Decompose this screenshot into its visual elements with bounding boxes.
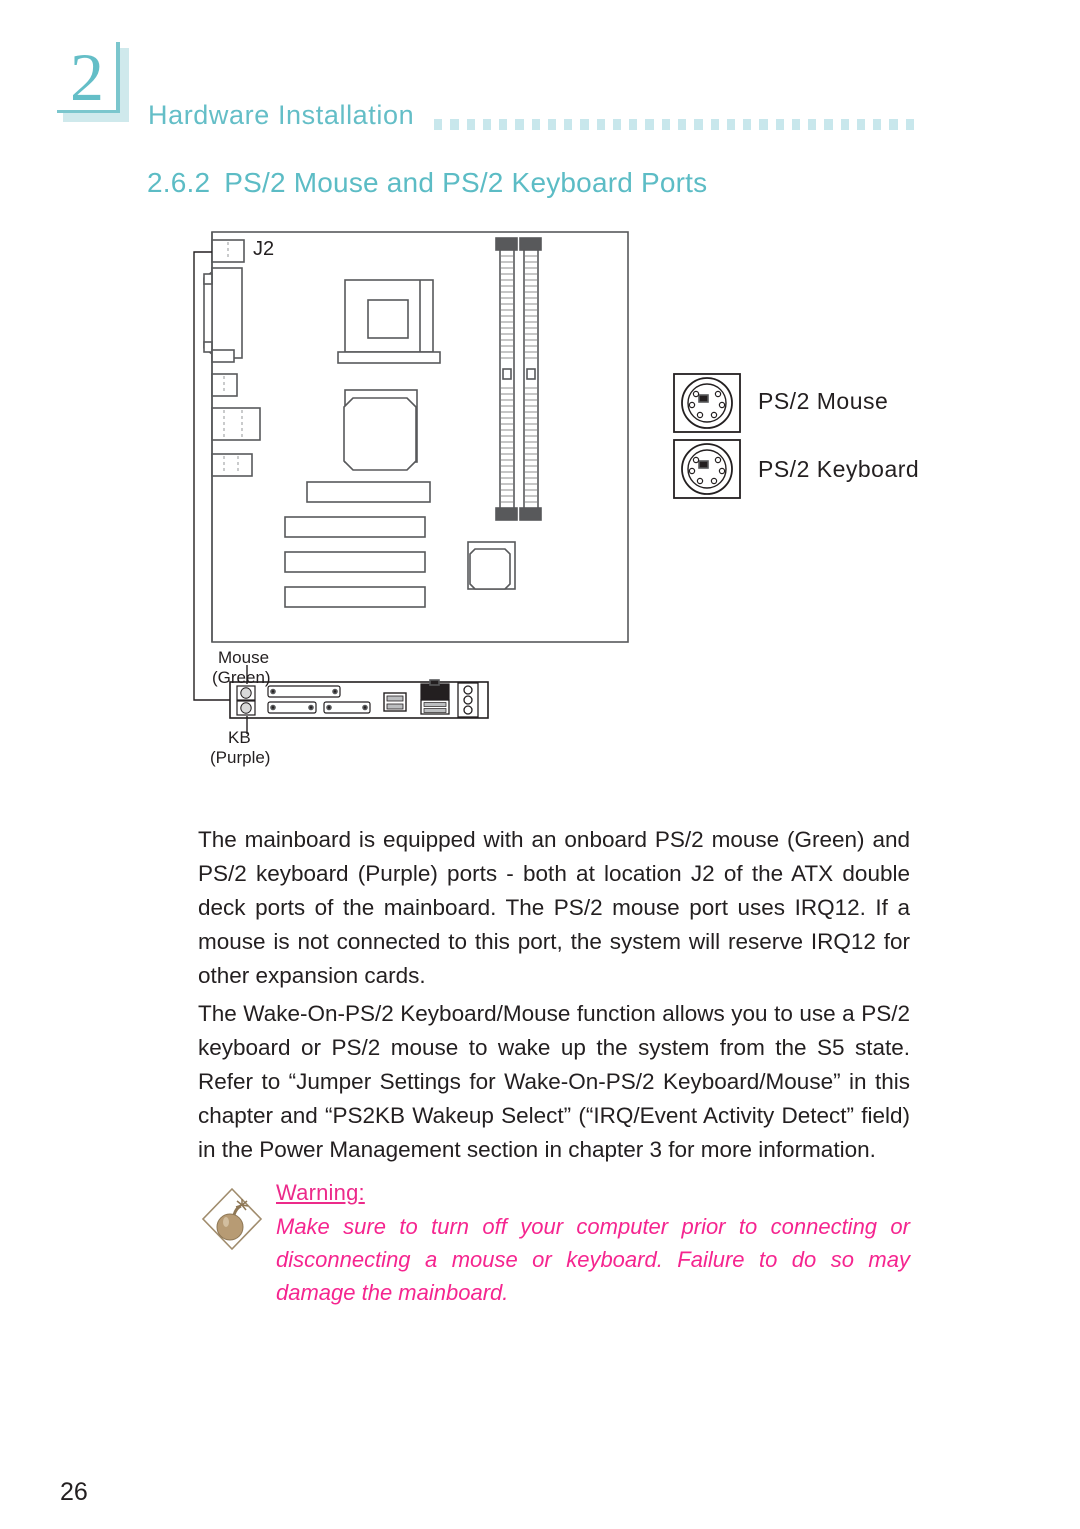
motherboard-figure: J2 Mouse (Green) KB (Purple) PS/2 Mouse … xyxy=(190,222,930,772)
pci-slot-2 xyxy=(284,551,426,573)
header-dot xyxy=(856,118,866,130)
header-dotted-rule xyxy=(434,116,914,132)
ps2-mouse-legend-label: PS/2 Mouse xyxy=(758,388,889,414)
bios-chip xyxy=(467,541,516,590)
pci-slot-3 xyxy=(284,586,426,608)
kb-color-label: (Purple) xyxy=(210,748,271,767)
header-dot xyxy=(564,118,573,130)
header-dot xyxy=(759,118,768,130)
cpu-socket-heatsink xyxy=(337,279,441,364)
kb-callout-label: KB xyxy=(228,728,251,747)
j2-label: J2 xyxy=(253,238,275,260)
rear-vga-port xyxy=(323,701,371,714)
header-dot xyxy=(905,118,914,130)
header-dot xyxy=(629,118,638,130)
ps2-mouse-legend-icon xyxy=(673,373,741,433)
pci-slot-1 xyxy=(284,516,426,538)
chapter-title: Hardware Installation xyxy=(148,100,415,130)
chipset xyxy=(343,389,418,471)
warning-content: Warning: Make sure to turn off your comp… xyxy=(276,1180,910,1309)
header-dot xyxy=(596,118,605,130)
header-dot xyxy=(450,118,459,130)
agp-slot xyxy=(306,481,431,503)
parallel-port xyxy=(211,267,243,359)
header-dot xyxy=(466,118,475,130)
ps2-keyboard-legend-icon xyxy=(673,439,741,499)
header-dot xyxy=(808,118,817,130)
header-dot xyxy=(677,118,687,130)
page-header: 2 Hardware Installation xyxy=(0,0,1080,160)
header-dot xyxy=(824,118,833,130)
header-dot xyxy=(612,118,622,130)
header-dot xyxy=(547,118,557,130)
header-dot xyxy=(791,118,801,130)
header-dot xyxy=(873,118,882,130)
warning-title: Warning: xyxy=(276,1180,365,1205)
vga-port xyxy=(211,407,261,441)
chapter-number-badge: 2 xyxy=(57,39,129,122)
header-dot xyxy=(889,118,898,130)
rear-lan-usb-stack xyxy=(420,679,450,715)
bomb-warning-icon xyxy=(201,1187,263,1251)
section-number: 2.6.2 xyxy=(147,167,211,198)
header-dot xyxy=(499,118,508,130)
header-dot xyxy=(775,118,784,130)
header-dot xyxy=(710,118,719,130)
mouse-color-label: (Green) xyxy=(212,668,271,687)
header-dot xyxy=(434,118,443,130)
header-dot xyxy=(661,118,670,130)
header-dot xyxy=(840,118,849,130)
paragraph-wake-on-ps2-description: The Wake-On-PS/2 Keyboard/Mouse function… xyxy=(198,1000,910,1162)
header-dot xyxy=(645,118,654,130)
rear-audio-jacks xyxy=(457,682,479,718)
mouse-callout-label: Mouse xyxy=(218,648,270,667)
rear-serial-port xyxy=(267,701,317,714)
page-number: 26 xyxy=(60,1478,88,1506)
ps2-keyboard-legend-label: PS/2 Keyboard xyxy=(758,456,920,482)
header-dot xyxy=(743,118,752,130)
header-dot xyxy=(726,118,736,130)
ps2-keyboard-port xyxy=(236,700,256,716)
motherboard-diagram xyxy=(193,231,741,734)
header-dot xyxy=(531,118,540,130)
paragraph-ps2-ports-description: The mainboard is equipped with an onboar… xyxy=(198,826,910,988)
ps2-mouse-port xyxy=(236,685,256,701)
usb-ports xyxy=(211,453,253,477)
section-title: PS/2 Mouse and PS/2 Keyboard Ports xyxy=(224,167,708,198)
rear-parallel-port xyxy=(267,685,341,698)
warning-text: Make sure to turn off your computer prio… xyxy=(276,1214,910,1305)
header-dot xyxy=(580,118,589,130)
header-dot xyxy=(694,118,703,130)
chapter-number: 2 xyxy=(70,39,104,115)
header-dot xyxy=(482,118,492,130)
section-heading: 2.6.2 PS/2 Mouse and PS/2 Keyboard Ports xyxy=(147,167,707,199)
rear-usb-port-pair xyxy=(383,692,407,712)
header-dot xyxy=(515,118,524,130)
